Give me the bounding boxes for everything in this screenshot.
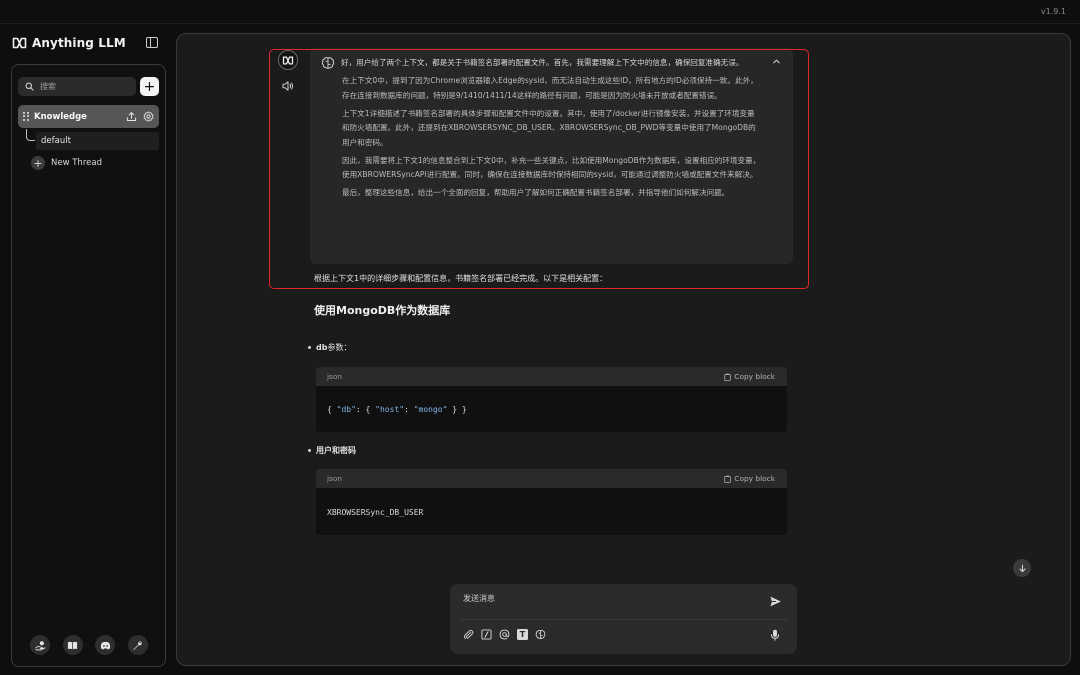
workspace-item-knowledge[interactable]: Knowledge [18,105,159,128]
code-lang: json [327,372,343,381]
code-token: : [404,405,414,414]
anythingllm-logo-icon [282,55,294,65]
at-mention-icon [499,629,510,640]
brain-icon [321,57,335,69]
code-block: json Copy block XBROWSERSync_DB_USER [316,469,787,535]
composer-toolbar: T [463,629,546,640]
slash-command-button[interactable] [481,629,492,640]
clipboard-icon [724,373,731,381]
microphone-icon[interactable] [770,629,780,641]
thought-paragraph: 好，用户给了两个上下文，都是关于书籍签名部署的配置文件。首先，我需要理解上下文中… [341,58,744,67]
code-token: "mongo" [413,405,448,414]
community-hub-icon [34,640,46,651]
thread-item-default[interactable]: default [36,132,159,150]
search-icon [25,82,34,91]
thought-panel: 好，用户给了两个上下文，都是关于书籍签名部署的配置文件。首先，我需要理解上下文中… [310,48,793,264]
copy-block-button[interactable]: Copy block [724,474,775,483]
clipboard-icon [724,475,731,483]
copy-block-label: Copy block [734,474,775,483]
code-token: "host" [375,405,405,414]
code-header: json Copy block [316,469,787,488]
thought-paragraph: 最后，整理这些信息，给出一个全面的回复，帮助用户了解如何正确配置书籍签名部署，并… [342,188,730,197]
copy-block-button[interactable]: Copy block [724,372,775,381]
code-token: "db" [336,405,356,414]
community-hub-button[interactable] [30,635,50,655]
answer-heading: 使用MongoDB作为数据库 [314,304,451,317]
docs-book-icon [68,641,78,649]
attachment-button[interactable] [463,629,474,640]
drag-handle-icon[interactable] [23,112,29,121]
send-icon[interactable] [769,595,782,608]
upload-icon[interactable] [126,111,137,122]
discord-icon [100,641,111,649]
text-size-button[interactable]: T [517,629,528,640]
plus-icon: + [143,78,156,95]
discord-button[interactable] [95,635,116,655]
answer-intro: 根据上下文1中的详细步骤和配置信息，书籍签名部署已经完成。以下是相关配置： [314,274,608,283]
code-content: { "db": { "host": "mongo" } } [316,386,787,414]
code-header: json Copy block [316,367,787,386]
code-lang: json [327,474,343,483]
search-box[interactable] [18,77,136,96]
at-mention-button[interactable] [499,629,510,640]
sidebar-toggle-icon[interactable] [146,37,158,48]
code-token: { [327,405,337,414]
text-size-icon: T [517,629,528,640]
new-thread-button[interactable]: + New Thread [31,156,102,170]
composer-divider [460,619,787,620]
attachment-icon [464,629,474,639]
copy-block-label: Copy block [734,372,775,381]
speaker-icon[interactable] [282,80,294,92]
message-composer: T [450,584,797,654]
sidebar: + Knowledge default + New Thread [11,64,166,667]
bullet-user-password: 用户和密码 [308,445,356,456]
chat-panel: 好，用户给了两个上下文，都是关于书籍签名部署的配置文件。首先，我需要理解上下文中… [176,33,1071,666]
new-workspace-button[interactable]: + [140,77,159,96]
thought-paragraph: 在上下文0中，提到了因为Chrome浏览器输入Edge的sysid，而无法自动生… [342,76,758,100]
search-input[interactable] [40,82,130,91]
wrench-settings-icon [133,640,143,650]
gear-icon[interactable] [143,111,154,122]
code-token: } } [447,405,467,414]
bullet-bold: db [316,343,328,352]
thought-paragraph: 因此，我需要将上下文1的信息整合到上下文0中，补充一些关键点，比如使用Mongo… [342,155,761,180]
thought-paragraph: 上下文1详细描述了书籍签名部署的具体步骤和配置文件中的设置。其中，使用了/doc… [342,108,756,147]
version-label: v1.9.1 [1040,7,1066,16]
bullet-text: 参数： [327,343,352,352]
arrow-down-icon [1018,564,1026,572]
scroll-to-bottom-button[interactable] [1013,559,1031,577]
workspace-name: Knowledge [34,111,87,122]
sidebar-footer [30,635,148,655]
code-token: : { [355,405,376,414]
plus-icon: + [31,156,45,170]
docs-button[interactable] [62,635,83,655]
message-input[interactable] [463,593,753,615]
top-bar: v1.9.1 [0,0,1080,24]
anythingllm-logo-icon [12,37,27,49]
bullet-db: db参数： [308,342,351,353]
slash-command-icon [481,629,492,640]
code-block: json Copy block { "db": { "host": "mongo… [316,367,787,432]
assistant-avatar [278,50,298,70]
thought-text: 好，用户给了两个上下文，都是关于书籍签名部署的配置文件。首先，我需要理解上下文中… [341,56,761,204]
thread-connector [26,129,35,141]
bullet-bold: 用户和密码 [316,446,356,455]
agent-brain-icon [535,629,546,640]
brand: Anything LLM [12,35,126,51]
settings-button[interactable] [127,635,148,655]
code-content: XBROWSERSync_DB_USER [327,508,424,517]
agent-button[interactable] [535,629,546,640]
chevron-up-icon[interactable] [772,57,781,66]
brand-name: Anything LLM [32,36,126,50]
new-thread-label: New Thread [51,158,102,168]
